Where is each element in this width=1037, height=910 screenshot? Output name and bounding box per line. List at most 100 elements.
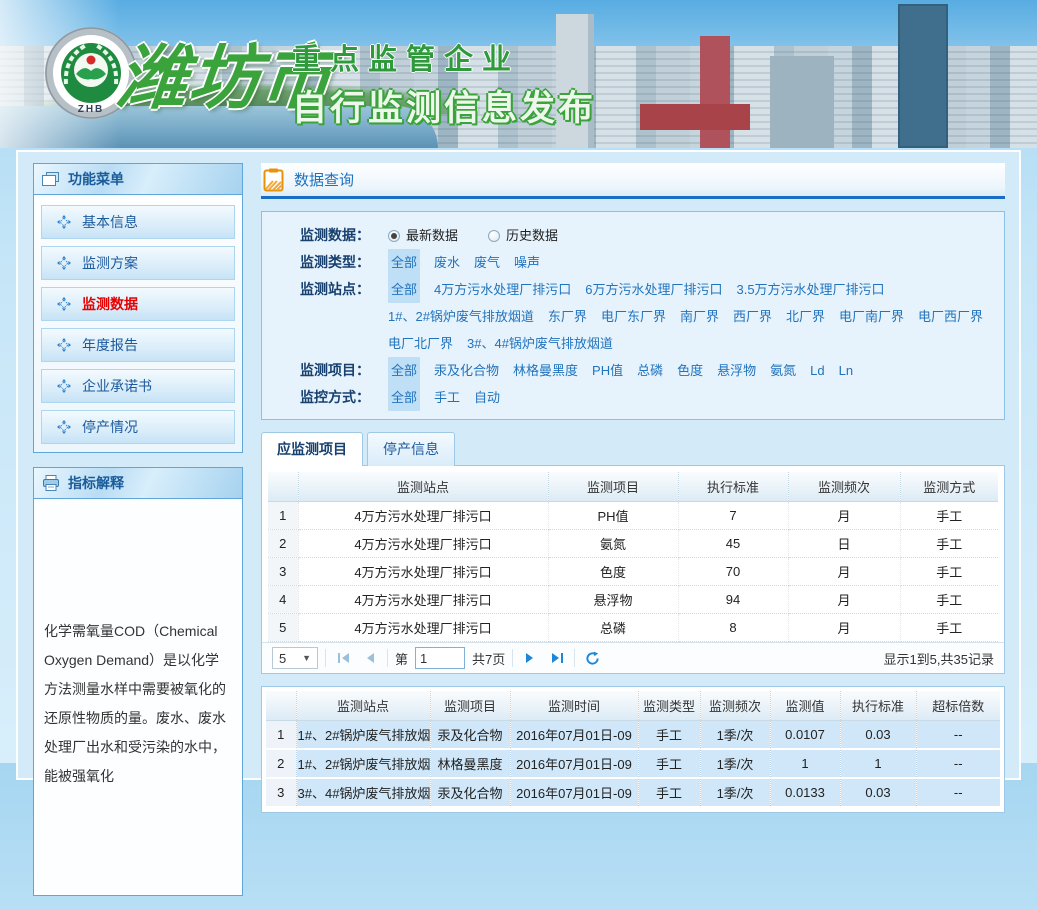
sidebar-item-2[interactable]: 监测方案 (41, 246, 235, 280)
cell: 手工 (900, 614, 998, 642)
page-size-select[interactable]: 5 ▼ (272, 647, 318, 669)
sidebar-item-5[interactable]: 企业承诺书 (41, 369, 235, 403)
table-row: 34万方污水处理厂排污口色度70月手工 (268, 558, 998, 586)
pagination-bar: 5 ▼ 第 共7页 (262, 642, 1004, 673)
sidebar-item-4[interactable]: 年度报告 (41, 328, 235, 362)
sidebar-item-label: 年度报告 (82, 335, 138, 355)
filter-option[interactable]: 电厂西厂界 (918, 303, 983, 330)
cell: 1#、2#锅炉废气排放烟道 (296, 749, 430, 778)
filter-option[interactable]: 废气 (474, 249, 500, 276)
sidebar-item-3[interactable]: 监测数据 (41, 287, 235, 321)
cell: 4万方污水处理厂排污口 (298, 614, 548, 642)
sidebar-item-1[interactable]: 基本信息 (41, 205, 235, 239)
table-row: 24万方污水处理厂排污口氨氮45日手工 (268, 530, 998, 558)
last-page-icon[interactable] (547, 647, 567, 669)
filter-option[interactable]: 全部 (388, 357, 420, 384)
page-title: 数据查询 (294, 169, 354, 190)
prev-page-icon[interactable] (360, 647, 380, 669)
cell: PH值 (548, 502, 678, 530)
filter-option[interactable]: 西厂界 (733, 303, 772, 330)
filter-option[interactable]: 电厂东厂界 (601, 303, 666, 330)
filter-option[interactable]: PH值 (592, 357, 623, 384)
filter-option[interactable]: 南厂界 (680, 303, 719, 330)
row-number: 1 (266, 721, 296, 750)
filter-option[interactable]: 3#、4#锅炉废气排放烟道 (467, 330, 613, 357)
radio-history-data[interactable]: 历史数据 (488, 222, 558, 249)
cell: 色度 (548, 558, 678, 586)
tab-bar: 应监测项目停产信息 (261, 432, 1005, 466)
monitoring-items-tab-content: 监测站点监测项目执行标准监测频次监测方式14万方污水处理厂排污口PH值7月手工2… (261, 465, 1005, 674)
cell: 手工 (900, 586, 998, 614)
filter-option[interactable]: Ld (810, 357, 824, 384)
row-number: 2 (268, 530, 298, 558)
column-header: 执行标准 (840, 691, 916, 721)
filter-row-monitor-item: 监测项目：全部汞及化合物林格曼黑度PH值总磷色度悬浮物氨氮LdLn (300, 357, 994, 384)
filter-option[interactable]: 氨氮 (770, 357, 796, 384)
filter-option[interactable]: 1#、2#锅炉废气排放烟道 (388, 303, 534, 330)
next-page-icon[interactable] (520, 647, 540, 669)
filter-option[interactable]: Ln (839, 357, 853, 384)
filter-option[interactable]: 电厂北厂界 (388, 330, 453, 357)
sidebar: 功能菜单 基本信息监测方案监测数据年度报告企业承诺书停产情况 指标解释 化学需氧… (33, 163, 243, 910)
filter-option[interactable]: 北厂界 (786, 303, 825, 330)
cell: 手工 (638, 749, 700, 778)
table-row: 44万方污水处理厂排污口悬浮物94月手工 (268, 586, 998, 614)
filter-option[interactable]: 全部 (388, 276, 420, 303)
refresh-icon[interactable] (582, 647, 602, 669)
tab-monitor-items[interactable]: 应监测项目 (261, 432, 363, 466)
filter-option[interactable]: 自动 (474, 384, 500, 411)
filter-row-monitor-type: 监测类型：全部废水废气噪声 (300, 249, 994, 276)
cell: 日 (788, 530, 900, 558)
row-number: 5 (268, 614, 298, 642)
cell: 8 (678, 614, 788, 642)
filter-option[interactable]: 废水 (434, 249, 460, 276)
filter-option[interactable]: 东厂界 (548, 303, 587, 330)
cell: 月 (788, 614, 900, 642)
filter-option[interactable]: 6万方污水处理厂排污口 (585, 276, 722, 303)
filter-option[interactable]: 全部 (388, 249, 420, 276)
cell: 汞及化合物 (430, 721, 510, 750)
indicator-panel: 指标解释 化学需氧量COD（Chemical Oxygen Demand）是以化… (33, 467, 243, 896)
filter-option[interactable]: 3.5万方污水处理厂排污口 (736, 276, 884, 303)
page-number-input[interactable] (415, 647, 465, 669)
radio-icon (488, 230, 500, 242)
cell: 氨氮 (548, 530, 678, 558)
cell: -- (916, 721, 1000, 750)
function-menu-header: 功能菜单 (34, 164, 242, 195)
cell: 1季/次 (700, 721, 770, 750)
clipboard-icon (263, 168, 284, 192)
cell: 悬浮物 (548, 586, 678, 614)
filter-option[interactable]: 4万方污水处理厂排污口 (434, 276, 571, 303)
column-header: 监测类型 (638, 691, 700, 721)
sidebar-item-6[interactable]: 停产情况 (41, 410, 235, 444)
cell: 林格曼黑度 (430, 749, 510, 778)
tab-shutdown-info[interactable]: 停产信息 (367, 432, 455, 466)
cell: 45 (678, 530, 788, 558)
banner-title-line2: 自行监测信息发布 (292, 80, 596, 131)
column-header (268, 472, 298, 502)
filter-option[interactable]: 全部 (388, 384, 420, 411)
cell: 汞及化合物 (430, 778, 510, 807)
cell: 手工 (900, 530, 998, 558)
row-number: 3 (266, 778, 296, 807)
filter-option[interactable]: 汞及化合物 (434, 357, 499, 384)
table-row: 11#、2#锅炉废气排放烟道汞及化合物2016年07月01日-09手工1季/次0… (266, 721, 1000, 750)
filter-option[interactable]: 总磷 (637, 357, 663, 384)
cell: 1季/次 (700, 778, 770, 807)
filter-option[interactable]: 林格曼黑度 (513, 357, 578, 384)
filter-option[interactable]: 色度 (677, 357, 703, 384)
header-banner: ZHB 潍坊市 重点监管企业 自行监测信息发布 (0, 0, 1037, 148)
building-shape (898, 4, 948, 148)
filter-option[interactable]: 电厂南厂界 (839, 303, 904, 330)
radio-latest-data[interactable]: 最新数据 (388, 222, 458, 249)
page-wrapper: 功能菜单 基本信息监测方案监测数据年度报告企业承诺书停产情况 指标解释 化学需氧… (16, 150, 1021, 780)
filter-option[interactable]: 手工 (434, 384, 460, 411)
pager-divider (512, 649, 513, 667)
cell: 0.03 (840, 778, 916, 807)
first-page-icon[interactable] (333, 647, 353, 669)
function-menu-title: 功能菜单 (68, 169, 124, 189)
cell: 0.0133 (770, 778, 840, 807)
filter-option[interactable]: 悬浮物 (717, 357, 756, 384)
filter-option[interactable]: 噪声 (514, 249, 540, 276)
column-header: 监测站点 (296, 691, 430, 721)
